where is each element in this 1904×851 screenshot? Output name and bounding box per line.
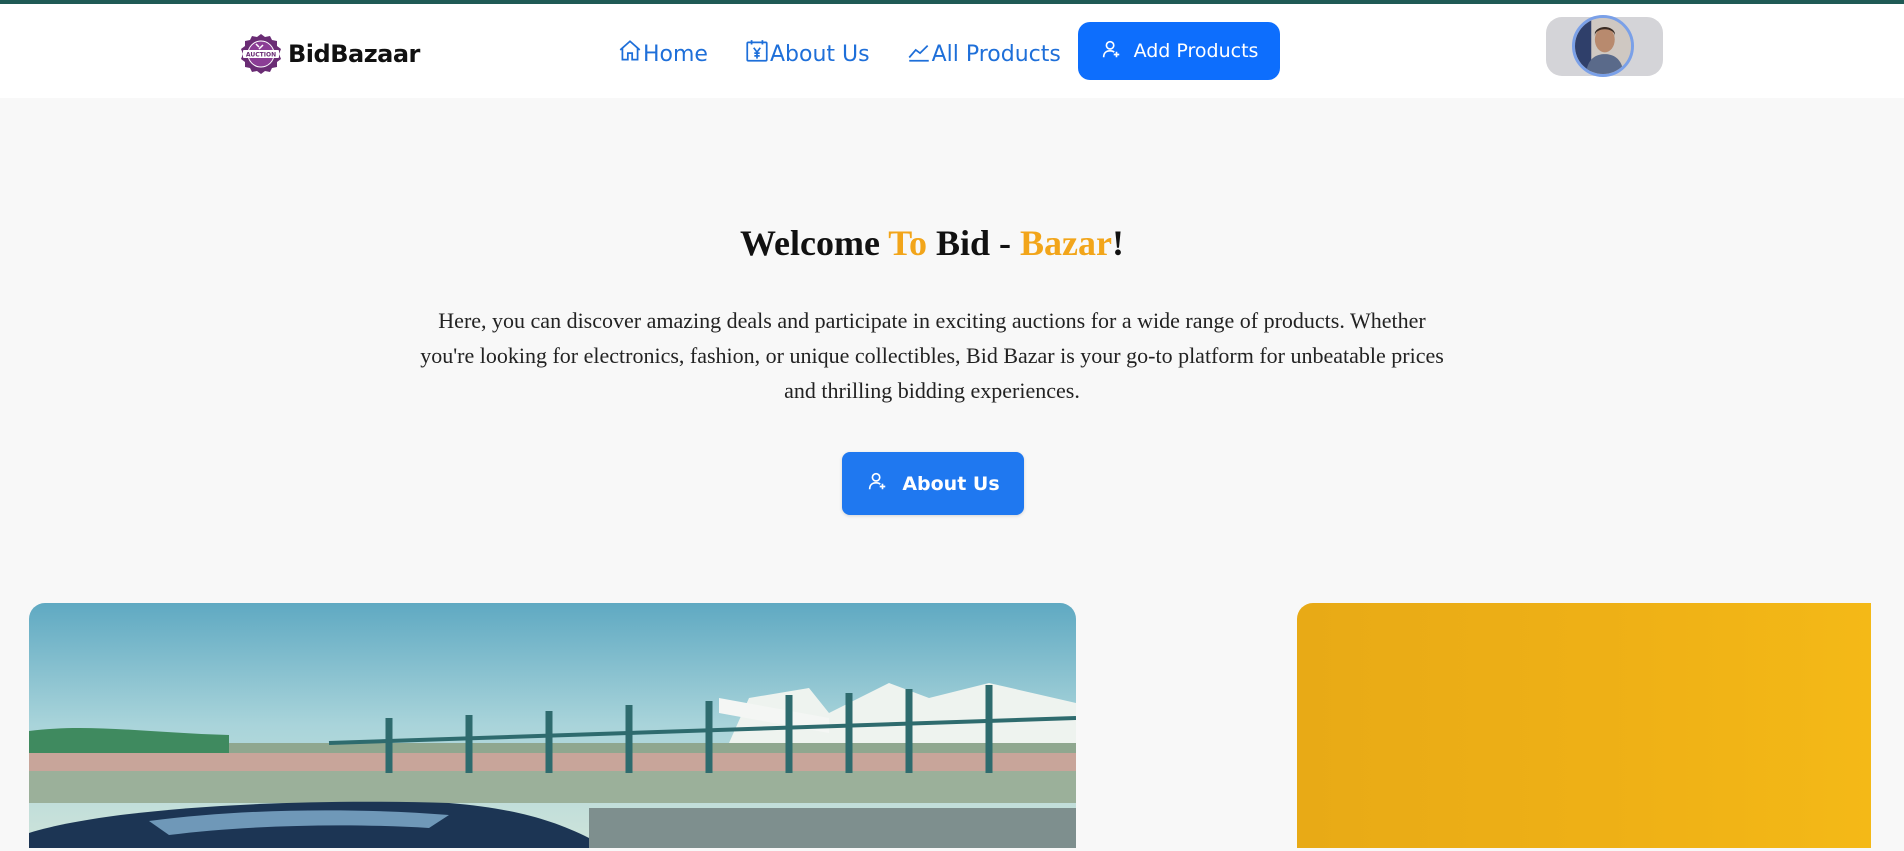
about-us-button[interactable]: About Us (842, 452, 1024, 515)
add-products-button[interactable]: Add Products (1078, 22, 1280, 80)
home-icon (617, 38, 643, 70)
profile-menu[interactable] (1546, 15, 1663, 77)
featured-car-image[interactable] (29, 603, 1076, 848)
nav-link-home[interactable]: Home (617, 38, 708, 70)
navbar: AUCTION BidBazaar Home About Us All Prod… (0, 4, 1904, 98)
auction-seal-icon: AUCTION (237, 32, 285, 76)
brand-name[interactable]: BidBazaar (288, 40, 420, 68)
calendar-yen-icon (744, 38, 770, 70)
featured-product-card[interactable] (1297, 603, 1871, 848)
about-us-label: About Us (902, 472, 1000, 495)
title-part: Bid - (927, 223, 1021, 263)
nav-links: Home About Us All Products (617, 38, 1061, 70)
hero-title: Welcome To Bid - Bazar! (0, 222, 1864, 264)
user-avatar[interactable] (1572, 15, 1634, 77)
nav-link-about[interactable]: About Us (744, 38, 870, 70)
title-part: ! (1112, 223, 1124, 263)
user-plus-icon (866, 470, 888, 497)
title-accent: Bazar (1020, 223, 1112, 263)
nav-link-label: About Us (769, 41, 870, 67)
user-plus-icon (1100, 38, 1122, 65)
nav-link-all-products[interactable]: All Products (906, 38, 1061, 70)
hero-description: Here, you can discover amazing deals and… (420, 308, 1444, 403)
brand[interactable]: AUCTION BidBazaar (237, 32, 420, 76)
nav-link-label: All Products (931, 41, 1061, 67)
logo-text: AUCTION (246, 52, 276, 59)
trend-chart-icon (906, 38, 932, 70)
title-part: Welcome (739, 223, 889, 263)
add-products-label: Add Products (1133, 40, 1259, 62)
title-accent: To (888, 223, 927, 263)
nav-link-label: Home (643, 41, 708, 67)
